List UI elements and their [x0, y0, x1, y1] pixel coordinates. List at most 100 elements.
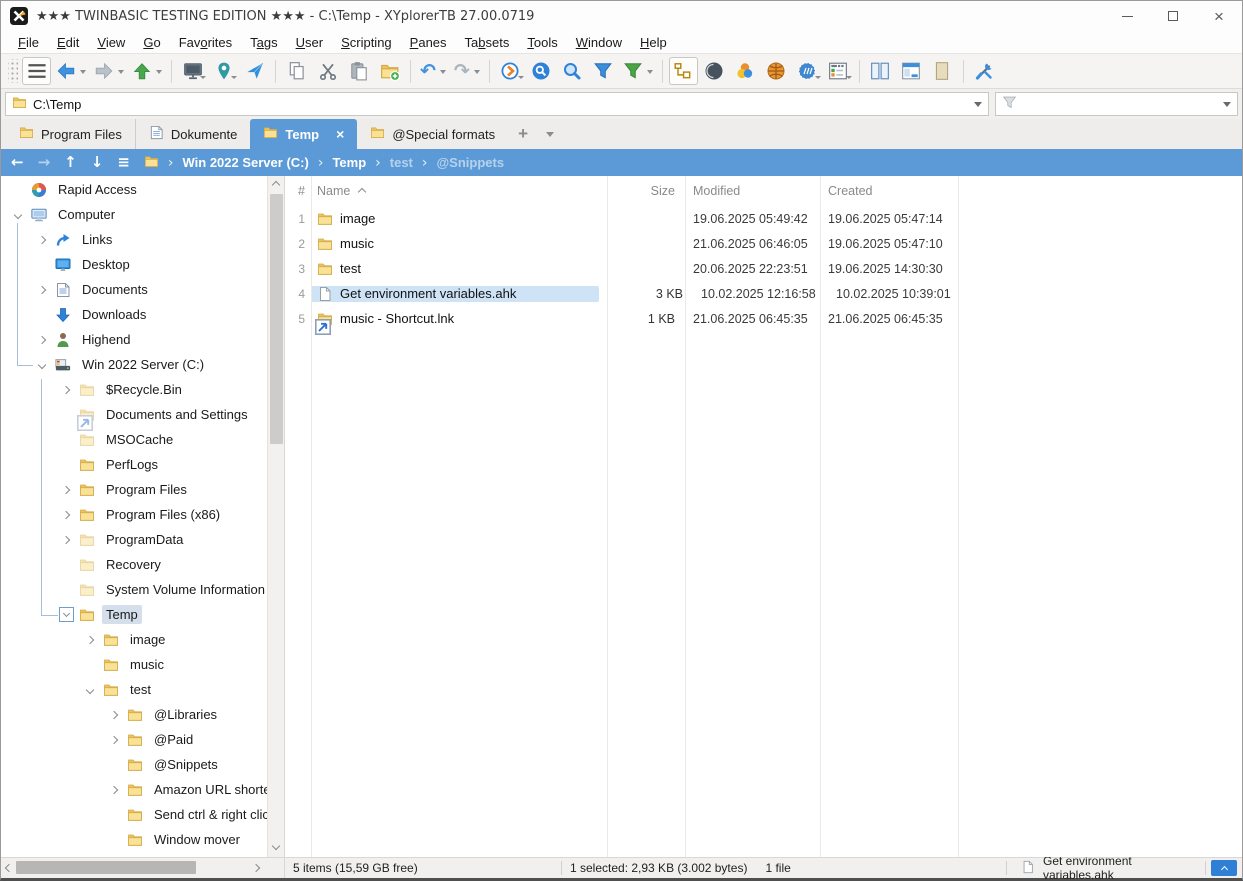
tab-temp[interactable]: Temp×	[250, 119, 357, 149]
back-button[interactable]	[53, 57, 89, 85]
address-bar[interactable]: C:\Temp	[5, 92, 989, 116]
tree-expander[interactable]	[57, 537, 75, 543]
file-row-image[interactable]: 1image19.06.2025 05:49:4219.06.2025 05:4…	[285, 206, 1242, 231]
tree-expander[interactable]	[33, 237, 51, 243]
dual-pane-button[interactable]	[866, 57, 895, 85]
minimize-button[interactable]	[1104, 1, 1150, 31]
chevron-right-icon[interactable]	[62, 535, 70, 543]
customize-tools-button[interactable]	[970, 57, 999, 85]
copy-button[interactable]	[282, 57, 311, 85]
column-header-[interactable]: #	[285, 176, 311, 206]
scroll-up-icon[interactable]	[272, 181, 280, 189]
arrow-up-icon[interactable]: ↑	[64, 155, 77, 170]
tree-expander[interactable]	[105, 712, 123, 718]
arrow-down-icon[interactable]: ↓	[91, 155, 104, 170]
tree-expander[interactable]	[57, 512, 75, 518]
tab-list-dropdown-button[interactable]	[538, 119, 562, 149]
column-header-name[interactable]: Name	[311, 176, 607, 206]
filter-blue-button[interactable]	[589, 57, 618, 85]
menu-tabsets[interactable]: Tabsets	[456, 33, 519, 52]
tree-item-image[interactable]: image	[1, 627, 267, 652]
chevron-down-icon[interactable]	[846, 76, 852, 82]
tree-expander[interactable]	[33, 287, 51, 293]
new-tab-button[interactable]: +	[508, 119, 538, 149]
tab-special-formats[interactable]: @Special formats	[357, 119, 508, 149]
scroll-left-icon[interactable]	[5, 864, 13, 872]
tree-item-window-mover[interactable]: Window mover	[1, 827, 267, 852]
pane-header-button[interactable]	[897, 57, 926, 85]
file-name-cell[interactable]: Get environment variables.ahk	[311, 286, 599, 302]
tree-item-links[interactable]: Links	[1, 227, 267, 252]
file-row-music[interactable]: 2music21.06.2025 06:46:0519.06.2025 05:4…	[285, 231, 1242, 256]
forward-button[interactable]	[91, 57, 127, 85]
find-files-button[interactable]	[558, 57, 587, 85]
dark-mode-button[interactable]	[700, 57, 729, 85]
menu-icon[interactable]: ≡	[117, 155, 130, 170]
menu-view[interactable]: View	[88, 33, 134, 52]
file-name-cell[interactable]: test	[311, 261, 607, 277]
menu-go[interactable]: Go	[134, 33, 169, 52]
column-divider[interactable]	[820, 176, 821, 857]
tab-close-button[interactable]: ×	[336, 127, 344, 141]
scroll-down-icon[interactable]	[272, 842, 280, 850]
chevron-down-icon[interactable]	[647, 70, 653, 77]
tree-expander[interactable]	[57, 487, 75, 493]
chevron-down-icon[interactable]	[38, 360, 46, 368]
search-circle-button[interactable]	[527, 57, 556, 85]
chevron-down-icon[interactable]	[440, 70, 446, 77]
column-header-created[interactable]: Created	[820, 176, 958, 206]
tree-item-paid[interactable]: @Paid	[1, 727, 267, 752]
chevron-down-icon[interactable]	[474, 70, 480, 77]
menu-window[interactable]: Window	[567, 33, 631, 52]
chevron-down-boxed-icon[interactable]	[59, 607, 74, 622]
chevron-right-icon[interactable]	[62, 510, 70, 518]
menu-edit[interactable]: Edit	[48, 33, 88, 52]
tree-item-libraries[interactable]: @Libraries	[1, 702, 267, 727]
cut-button[interactable]	[313, 57, 342, 85]
menu-button[interactable]	[22, 57, 51, 85]
tree-item-test[interactable]: test	[1, 677, 267, 702]
chevron-down-icon[interactable]	[231, 76, 237, 82]
tree-item-computer[interactable]: Computer	[1, 202, 267, 227]
menu-favorites[interactable]: Favorites	[170, 33, 241, 52]
arrow-left-icon[interactable]: ←	[11, 155, 24, 170]
chevron-right-icon[interactable]	[110, 735, 118, 743]
tree-item-snippets[interactable]: @Snippets	[1, 752, 267, 777]
file-name-cell[interactable]: image	[311, 211, 607, 227]
column-divider[interactable]	[685, 176, 686, 857]
tree-item-xyplorer-configuration[interactable]: XYplorer configuration	[1, 852, 267, 857]
paste-button[interactable]	[344, 57, 373, 85]
column-divider[interactable]	[607, 176, 608, 857]
chevron-down-icon[interactable]	[518, 76, 524, 82]
tree-expander[interactable]	[33, 362, 51, 368]
chevron-right-icon[interactable]	[38, 335, 46, 343]
breadcrumb-snippets[interactable]: @Snippets	[437, 155, 505, 170]
tree-item-send-ctrl-right-click-r[interactable]: Send ctrl & right click [r	[1, 802, 267, 827]
chevron-down-icon[interactable]	[118, 70, 124, 77]
scrollbar-thumb[interactable]	[16, 861, 196, 874]
report-grid-button[interactable]	[824, 57, 853, 85]
tree-expander[interactable]	[81, 687, 99, 693]
chevron-down-icon[interactable]	[200, 76, 206, 82]
column-header-size[interactable]: Size	[607, 176, 685, 206]
chevron-down-icon[interactable]	[86, 685, 94, 693]
labels-badge-button[interactable]	[793, 57, 822, 85]
tree-item-rapid-access[interactable]: Rapid Access	[1, 177, 267, 202]
file-row-music-shortcut-lnk[interactable]: 5music - Shortcut.lnk1 KB21.06.2025 06:4…	[285, 306, 1242, 331]
arrow-right-icon[interactable]: →	[38, 155, 51, 170]
chevron-down-icon[interactable]	[156, 70, 162, 77]
tree-toggle-button[interactable]	[669, 57, 698, 85]
tree-expander[interactable]	[105, 787, 123, 793]
menu-scripting[interactable]: Scripting	[332, 33, 401, 52]
preview-pane-button[interactable]	[928, 57, 957, 85]
desktop-monitor-button[interactable]	[178, 57, 207, 85]
chevron-right-icon[interactable]	[110, 785, 118, 793]
file-row-test[interactable]: 3test20.06.2025 22:23:5119.06.2025 14:30…	[285, 256, 1242, 281]
maximize-button[interactable]	[1150, 1, 1196, 31]
tree-item-amazon-url-shortener[interactable]: Amazon URL shortener	[1, 777, 267, 802]
new-folder-button[interactable]	[375, 57, 404, 85]
breadcrumb-win-2022-server-c[interactable]: Win 2022 Server (C:)	[183, 155, 309, 170]
undo-button[interactable]: ↶	[417, 57, 449, 85]
chevron-right-icon[interactable]	[86, 635, 94, 643]
chevron-down-icon[interactable]	[14, 210, 22, 218]
